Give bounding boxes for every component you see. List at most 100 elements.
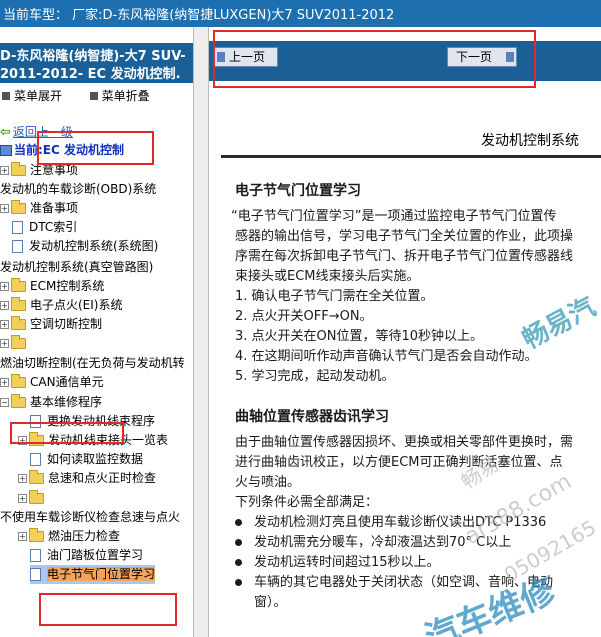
tree-item[interactable]: 发动机的车载诊断(OBD)系统 <box>0 180 156 199</box>
annotation-box <box>10 422 124 444</box>
step-item: 1. 确认电子节气门需在全关位置。 <box>235 289 434 304</box>
tree-item-label: 油门踏板位置学习 <box>47 548 144 562</box>
expand-toggle-icon[interactable]: + <box>0 378 9 387</box>
tree-item-label: DTC索引 <box>29 220 78 234</box>
tree-item[interactable]: 燃油切断控制(在无负荷与发动机转 <box>0 354 185 373</box>
tree-item[interactable]: 油门踏板位置学习 <box>30 546 143 565</box>
annotation-box <box>39 593 177 626</box>
step-item: 5. 学习完成，起动发动机。 <box>235 369 395 384</box>
expand-toggle-icon[interactable]: + <box>0 339 9 348</box>
collapse-icon <box>89 91 98 100</box>
left-nav-pane: D-东风裕隆(纳智捷)-大7 SUV- 2011-2012- EC 发动机控制.… <box>0 27 193 637</box>
tree-item[interactable]: + 电子点火(EI)系统 <box>0 296 123 315</box>
tree-item-label: 如何读取监控数据 <box>47 452 144 466</box>
tree-item-label: 电子节气门位置学习 <box>47 567 156 581</box>
tree-item[interactable]: − 基本维修程序 <box>0 393 102 412</box>
tree-item-label: 发动机的车载诊断(OBD)系统 <box>0 182 157 196</box>
paragraph-line: “电子节气门位置学习”是一项通过监控电子节气门位置传 <box>231 209 557 224</box>
tree-item[interactable]: 发动机控制系统(系统图) <box>12 237 158 256</box>
tree-item-label: CAN通信单元 <box>30 375 104 389</box>
bullet-icon <box>235 539 242 546</box>
paragraph-line: 束接头或ECM线束接头后实施。 <box>235 269 420 284</box>
document-icon <box>30 549 41 562</box>
tree-item-label: 燃油压力检查 <box>48 529 121 543</box>
expand-menu-link[interactable]: 菜单展开 <box>14 89 62 103</box>
tree-item[interactable]: 发动机控制系统(真空管路图) <box>0 258 153 277</box>
document-icon <box>30 568 41 581</box>
tree-item[interactable]: + <box>0 334 30 353</box>
tree-item[interactable]: + CAN通信单元 <box>0 373 104 392</box>
tree-item-label: 发动机控制系统(系统图) <box>29 239 159 253</box>
folder-icon <box>11 162 26 176</box>
tree-item[interactable]: 如何读取监控数据 <box>30 450 143 469</box>
document-icon <box>12 240 23 253</box>
tree-item[interactable]: + 怠速和点火正时检查 <box>18 469 156 488</box>
tree-item-label: 注意事项 <box>30 163 79 177</box>
tree-item[interactable]: DTC索引 <box>12 218 77 237</box>
expand-toggle-icon[interactable]: + <box>18 494 27 503</box>
paragraph-line: 感器的输出信号，学习电子节气门全关位置的作业，此项操 <box>235 229 574 244</box>
folder-icon <box>29 528 44 542</box>
tree-item-label: 不使用车载诊断仪检查怠速与点火 <box>0 510 181 524</box>
doc-title: 发动机控制系统 <box>481 133 579 149</box>
bullet-icon <box>235 519 242 526</box>
folder-icon <box>11 297 26 311</box>
expand-toggle-icon[interactable]: − <box>0 398 9 407</box>
title-bar: 当前车型： 厂家:D-东风裕隆(纳智捷LUXGEN)大7 SUV2011-201… <box>0 0 601 27</box>
tree-item[interactable]: + 准备事项 <box>0 199 78 218</box>
tree-item[interactable]: + 空调切断控制 <box>0 315 102 334</box>
paragraph-line: 进行曲轴齿讯校正，以方便ECM可正确判断活塞位置、点 <box>235 455 563 470</box>
paragraph-line: 序需在每次拆卸电子节气门、拆开电子节气门位置传感器线 <box>235 249 574 264</box>
tree-item-label: 准备事项 <box>30 201 79 215</box>
document-icon <box>12 221 23 234</box>
section-title: 曲轴位置传感器齿讯学习 <box>235 409 389 425</box>
expand-toggle-icon[interactable]: + <box>0 301 9 310</box>
folder-icon <box>11 335 26 349</box>
expand-toggle-icon[interactable]: + <box>0 282 9 291</box>
section-title: 电子节气门位置学习 <box>235 183 361 199</box>
tree-item-label: 怠速和点火正时检查 <box>48 471 157 485</box>
tree-item-label: ECM控制系统 <box>30 279 105 293</box>
collapse-menu-link[interactable]: 菜单折叠 <box>102 89 150 103</box>
tree-item-label: 发动机控制系统(真空管路图) <box>0 260 154 274</box>
expand-toggle-icon[interactable]: + <box>18 532 27 541</box>
expand-icon <box>2 91 10 100</box>
tree-item-label: 基本维修程序 <box>30 395 103 409</box>
folder-icon <box>11 200 26 214</box>
step-item: 4. 在这期间听作动声音确认节气门是否会自动作动。 <box>235 349 538 364</box>
annotation-box <box>37 131 154 165</box>
folder-icon <box>29 490 44 504</box>
tree-item-selected[interactable]: 电子节气门位置学习 <box>30 565 156 584</box>
left-header-line2: 2011-2012- EC 发动机控制. <box>0 67 181 82</box>
left-header: D-东风裕隆(纳智捷)-大7 SUV- 2011-2012- EC 发动机控制. <box>0 43 193 83</box>
paragraph-line: 由于曲轴位置传感器因损坏、更换或相关零部件更换时，需 <box>235 435 574 450</box>
tree-item[interactable]: 不使用车载诊断仪检查怠速与点火 <box>0 508 180 527</box>
folder-icon <box>11 316 26 330</box>
back-arrow-icon: ⇦ <box>0 125 11 140</box>
left-header-line1: D-东风裕隆(纳智捷)-大7 SUV- <box>0 49 186 64</box>
bullet-icon <box>235 559 242 566</box>
annotation-box <box>213 30 536 88</box>
folder-icon <box>11 374 26 388</box>
expand-toggle-icon[interactable]: + <box>0 166 9 175</box>
tree-item-label: 燃油切断控制(在无负荷与发动机转 <box>0 356 185 370</box>
tree-item-label: 电子点火(EI)系统 <box>30 298 123 312</box>
content-pane: 上一页 下一页 发动机控制系统 电子节气门位置学习 “电子节气门位置学习”是一项… <box>209 27 601 637</box>
expand-toggle-icon[interactable]: + <box>0 320 9 329</box>
condition-item: 发动机检测灯亮且使用车载诊断仪读出DTC P1336 <box>235 513 601 533</box>
computer-icon <box>0 145 12 156</box>
bullet-icon <box>235 579 242 586</box>
folder-icon <box>11 278 26 292</box>
document-icon <box>30 453 41 466</box>
pane-divider-scrollbar[interactable] <box>193 27 209 637</box>
tree-item-label: 空调切断控制 <box>30 317 103 331</box>
title-rule <box>221 155 601 158</box>
tree-item[interactable]: + 燃油压力检查 <box>18 527 120 546</box>
current-vehicle-text: 当前车型： 厂家:D-东风裕隆(纳智捷LUXGEN)大7 SUV2011-201… <box>3 8 395 23</box>
folder-open-icon <box>11 394 26 408</box>
folder-icon <box>29 470 44 484</box>
tree-item[interactable]: + <box>18 489 48 508</box>
tree-item[interactable]: + ECM控制系统 <box>0 277 104 296</box>
expand-toggle-icon[interactable]: + <box>0 204 9 213</box>
expand-toggle-icon[interactable]: + <box>18 474 27 483</box>
